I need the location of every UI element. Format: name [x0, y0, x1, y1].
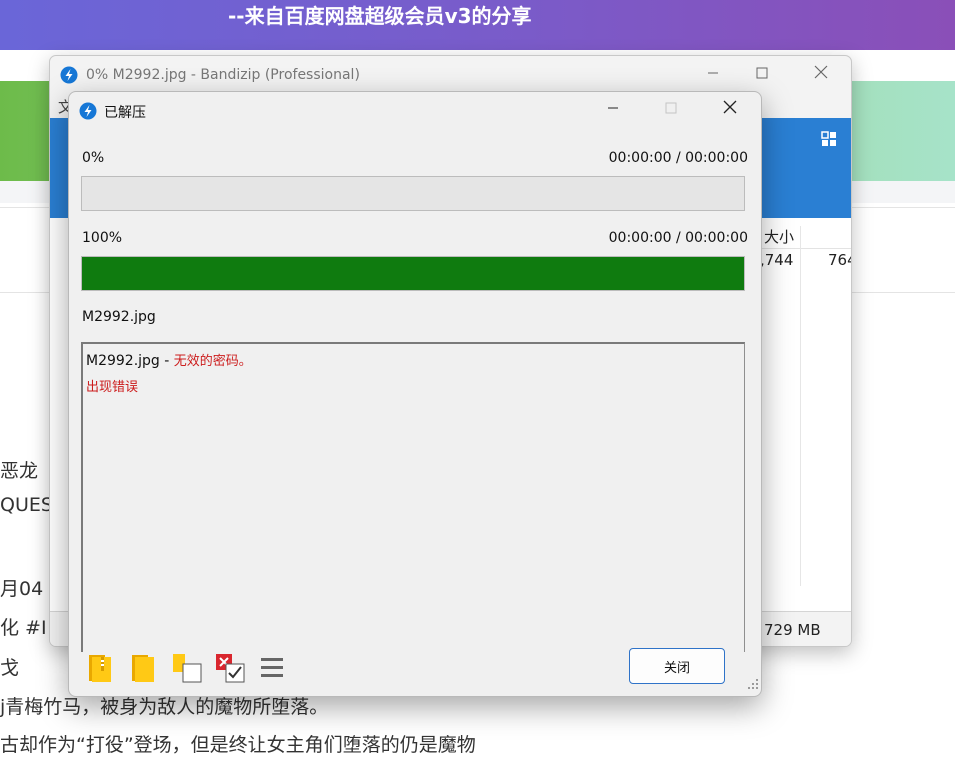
bandizip-icon [60, 66, 78, 88]
log-error-message: 无效的密码。 [173, 354, 252, 369]
bandizip-icon [79, 102, 97, 124]
page-text-line: 月04 [0, 578, 44, 600]
file-size-cell: 764 [828, 251, 851, 269]
close-icon[interactable] [707, 98, 753, 122]
current-file-name: M2992.jpg [82, 309, 156, 325]
dialog-title: 已解压 [104, 105, 146, 121]
extract-dialog: 已解压 0% 00:00:00 / 00:00:00 100% 00:00:00… [68, 91, 762, 697]
column-divider [800, 226, 801, 586]
status-size: 729 MB [764, 621, 821, 639]
main-window-title: 0% M2992.jpg - Bandizip (Professional) [86, 67, 360, 83]
delete-on-complete-icon[interactable] [214, 652, 246, 684]
column-header-size[interactable]: 大小 [759, 226, 851, 249]
close-icon[interactable] [798, 63, 844, 87]
maximize-icon[interactable] [739, 63, 785, 87]
page-text-line: 戈 [0, 657, 20, 679]
page-text-line: QUES [0, 494, 53, 516]
log-summary: 出现错误 [86, 380, 139, 395]
banner-text: --来自百度网盘超级会员v3的分享 [228, 4, 532, 28]
total-progress-fill [82, 257, 744, 290]
total-progress-bar [81, 256, 745, 291]
page-text-line: 恶龙 [0, 460, 39, 482]
log-entry: M2992.jpg - 无效的密码。 [86, 350, 252, 369]
share-banner: --来自百度网盘超级会员v3的分享 [0, 0, 955, 50]
menu-icon[interactable] [256, 652, 288, 684]
file-size-cell: ,744 [760, 251, 794, 269]
total-progress-percent: 100% [82, 230, 123, 246]
log-panel[interactable]: M2992.jpg - 无效的密码。 出现错误 [81, 342, 745, 652]
grid-icon[interactable] [821, 131, 837, 151]
close-button[interactable]: 关闭 [629, 648, 725, 684]
page-text-line: 古却作为“打役”登场，但是终让女主角们堕落的仍是魔物 [0, 734, 476, 756]
file-progress-time: 00:00:00 / 00:00:00 [608, 150, 748, 166]
log-separator: - [159, 353, 174, 369]
extract-folder-icon[interactable] [128, 652, 160, 684]
dialog-title-bar[interactable]: 已解压 [69, 92, 761, 128]
minimize-icon[interactable] [690, 63, 736, 87]
page-text-line: 化 #I [0, 617, 47, 639]
maximize-icon [648, 98, 694, 122]
minimize-icon[interactable] [590, 98, 636, 122]
file-progress-bar [81, 176, 745, 211]
open-folder-icon[interactable] [85, 652, 117, 684]
file-progress-percent: 0% [82, 150, 105, 166]
copy-icon[interactable] [171, 652, 203, 684]
resize-grip-icon[interactable] [747, 675, 759, 694]
main-title-bar[interactable]: 0% M2992.jpg - Bandizip (Professional) [50, 56, 851, 94]
total-progress-time: 00:00:00 / 00:00:00 [608, 230, 748, 246]
log-file-name: M2992.jpg [86, 353, 160, 369]
